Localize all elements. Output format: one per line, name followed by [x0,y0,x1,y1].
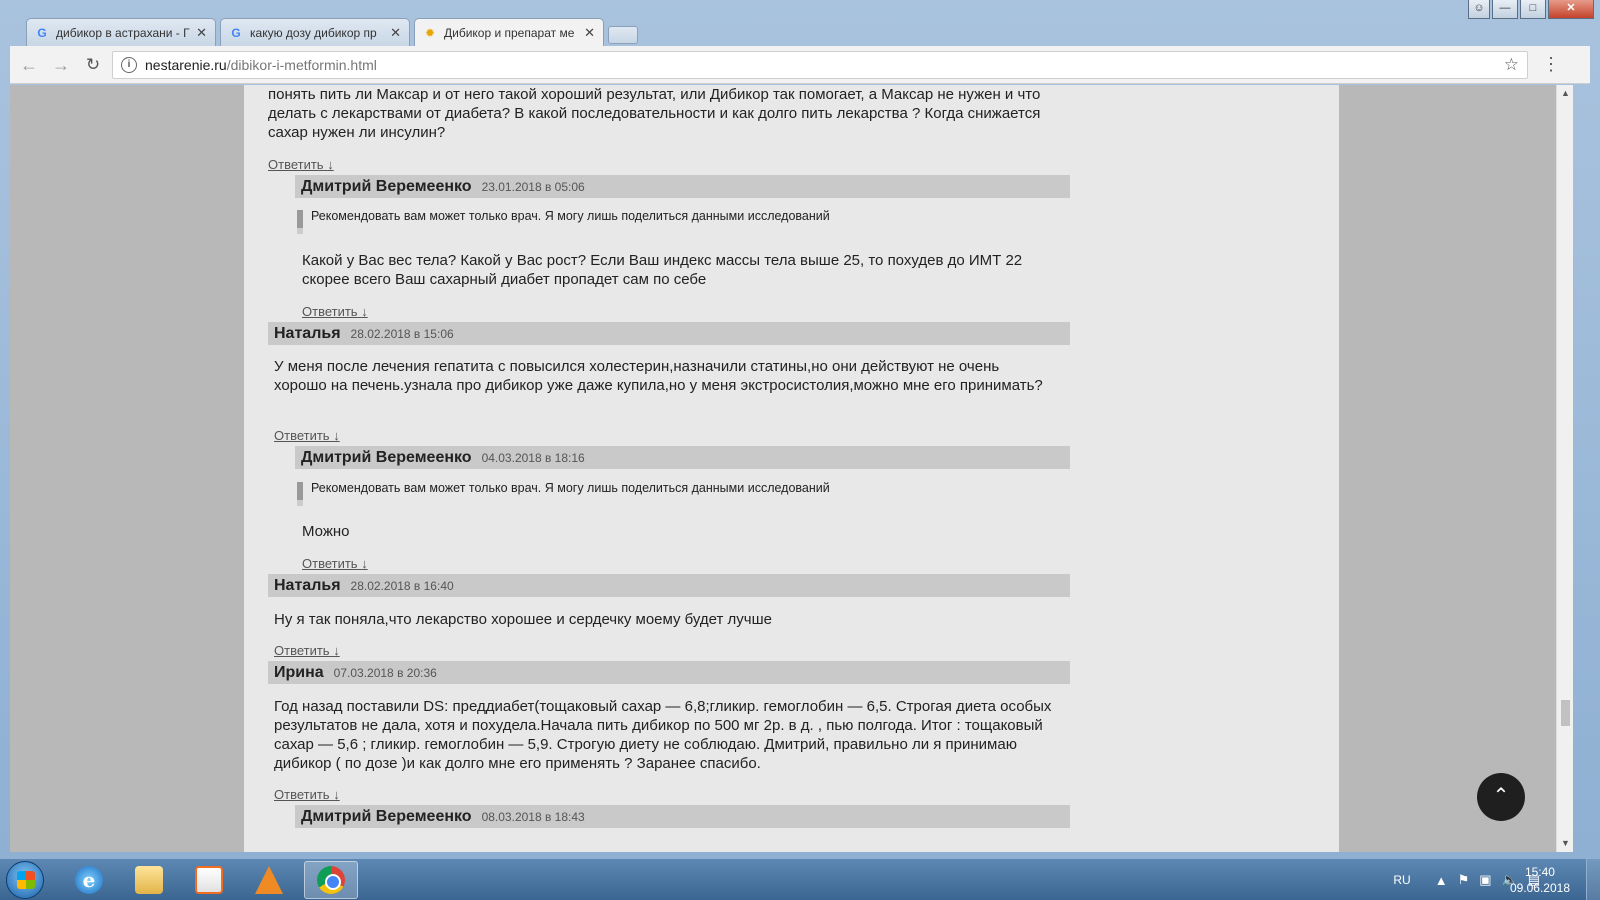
tab-google-search-1[interactable]: G дибикор в астрахани - Г ✕ [26,18,216,46]
reload-button[interactable]: ↻ [80,52,106,78]
comment-author: Дмитрий Веремеенко [301,177,472,195]
minimize-button[interactable]: — [1492,0,1518,19]
flag-icon[interactable]: ⚑ [1458,872,1470,888]
comment-text: понять пить ли Максар и от него такой хо… [268,86,1041,141]
comment-author: Наталья [274,576,341,594]
bookmark-star-icon[interactable]: ☆ [1504,55,1519,75]
comment-date: 23.01.2018 в 05:06 [481,179,585,194]
tab-close-icon[interactable]: ✕ [584,25,595,41]
comment-text: Год назад поставили DS: преддиабет(тощак… [274,698,1052,772]
comment-header: Дмитрий Веремеенко 23.01.2018 в 05:06 [295,175,1070,198]
tray-expand-icon[interactable]: ▲ [1435,873,1448,888]
comment-author: Ирина [274,663,324,681]
comment-date: 08.03.2018 в 18:43 [481,809,585,824]
reply-link[interactable]: Ответить ↓ [274,787,340,802]
address-bar[interactable]: i nestarenie.ru /dibikor-i-metformin.htm… [112,50,1528,79]
reply-link[interactable]: Ответить ↓ [268,157,334,172]
info-icon[interactable]: i [121,56,137,73]
tab-title: дибикор в астрахани - Г [56,25,190,40]
taskbar-chrome[interactable] [304,861,358,899]
windows-taskbar: e RU ▲ ⚑ ▣ 🔈 ▤ 15:40 09.06.2018 [0,858,1600,900]
comment-date: 04.03.2018 в 18:16 [481,450,585,465]
comment-date: 28.02.2018 в 16:40 [350,578,454,593]
system-clock[interactable]: 15:40 09.06.2018 [1510,864,1570,896]
clock-date: 09.06.2018 [1509,881,1570,895]
tab-google-search-2[interactable]: G какую дозу дибикор пр ✕ [220,18,410,46]
url-path: /dibikor-i-metformin.html [226,56,377,73]
quote-block: Рекомендовать вам может только врач. Я м… [295,209,1055,234]
close-window-button[interactable]: ✕ [1548,0,1594,19]
start-button[interactable] [6,861,44,899]
page-scrollbar[interactable]: ▲ ▼ [1556,85,1573,852]
page-content: понять пить ли Максар и от него такой хо… [244,85,1339,852]
tab-title: какую дозу дибикор пр [250,25,377,40]
reply-link[interactable]: Ответить ↓ [274,428,340,443]
taskbar-media-player[interactable] [182,861,236,899]
taskbar-vlc[interactable] [242,861,296,899]
forward-button[interactable]: → [48,52,74,78]
quote-text: Рекомендовать вам может только врач. Я м… [311,481,830,495]
comment-header: Наталья 28.02.2018 в 15:06 [268,322,1070,345]
internet-explorer-icon: e [75,866,103,894]
security-icon[interactable]: ▣ [1479,872,1491,888]
maximize-button[interactable]: □ [1520,0,1546,19]
comment-header: Ирина 07.03.2018 в 20:36 [268,661,1070,684]
profile-icon[interactable]: ☺ [1468,0,1490,19]
vlc-cone-icon [255,866,283,894]
media-player-icon [195,866,223,894]
comment-date: 28.02.2018 в 15:06 [350,326,454,341]
reply-link[interactable]: Ответить ↓ [302,304,368,319]
quote-text: Рекомендовать вам может только врач. Я м… [311,209,830,223]
comment-text: Можно [302,523,350,540]
taskbar-internet-explorer[interactable]: e [62,861,116,899]
tab-close-icon[interactable]: ✕ [196,25,207,41]
tab-close-icon[interactable]: ✕ [390,25,401,41]
page-viewport: понять пить ли Максар и от него такой хо… [10,85,1566,852]
back-button[interactable]: ← [16,52,42,78]
reply-link[interactable]: Ответить ↓ [274,643,340,658]
scroll-to-top-button[interactable]: ⌃ [1477,773,1525,821]
show-desktop-button[interactable] [1586,859,1600,900]
clock-time: 15:40 [1524,865,1555,879]
scroll-up-arrow-icon[interactable]: ▲ [1557,85,1574,102]
browser-toolbar: ← → ↻ i nestarenie.ru /dibikor-i-metform… [10,46,1590,84]
comment-text: Ну я так поняла,что лекарство хорошее и … [274,611,773,628]
tab-active-article[interactable]: ✹ Дибикор и препарат ме ✕ [414,18,604,47]
comment-text: У меня после лечения гепатита с повысилс… [274,358,1043,394]
comment-author: Дмитрий Веремеенко [301,448,472,466]
site-favicon: ✹ [424,26,436,40]
scroll-down-arrow-icon[interactable]: ▼ [1557,835,1574,852]
comment-author: Дмитрий Веремеенко [301,807,472,825]
comment-header: Дмитрий Веремеенко 08.03.2018 в 18:43 [295,805,1070,828]
taskbar-file-explorer[interactable] [122,861,176,899]
window-controls: ☺ — □ ✕ [1468,0,1594,19]
windows-logo-icon [17,871,35,889]
chrome-icon [317,866,345,894]
language-indicator[interactable]: RU [1393,873,1410,887]
google-icon: G [231,25,241,40]
menu-dots-icon[interactable]: ⋮ [1542,54,1560,75]
comment-header: Наталья 28.02.2018 в 16:40 [268,574,1070,597]
comment-text: Какой у Вас вес тела? Какой у Вас рост? … [302,252,1023,288]
folder-icon [135,866,163,894]
tab-title: Дибикор и препарат ме [444,26,575,40]
url-host: nestarenie.ru [145,56,227,73]
scrollbar-thumb[interactable] [1561,700,1570,726]
new-tab-button[interactable] [608,26,638,44]
comment-header: Дмитрий Веремеенко 04.03.2018 в 18:16 [295,446,1070,469]
tab-strip: G дибикор в астрахани - Г ✕ G какую дозу… [26,18,638,47]
comment-date: 07.03.2018 в 20:36 [333,665,437,680]
google-icon: G [37,25,47,40]
quote-block: Рекомендовать вам может только врач. Я м… [295,481,1055,506]
reply-link[interactable]: Ответить ↓ [302,556,368,571]
comment-author: Наталья [274,324,341,342]
